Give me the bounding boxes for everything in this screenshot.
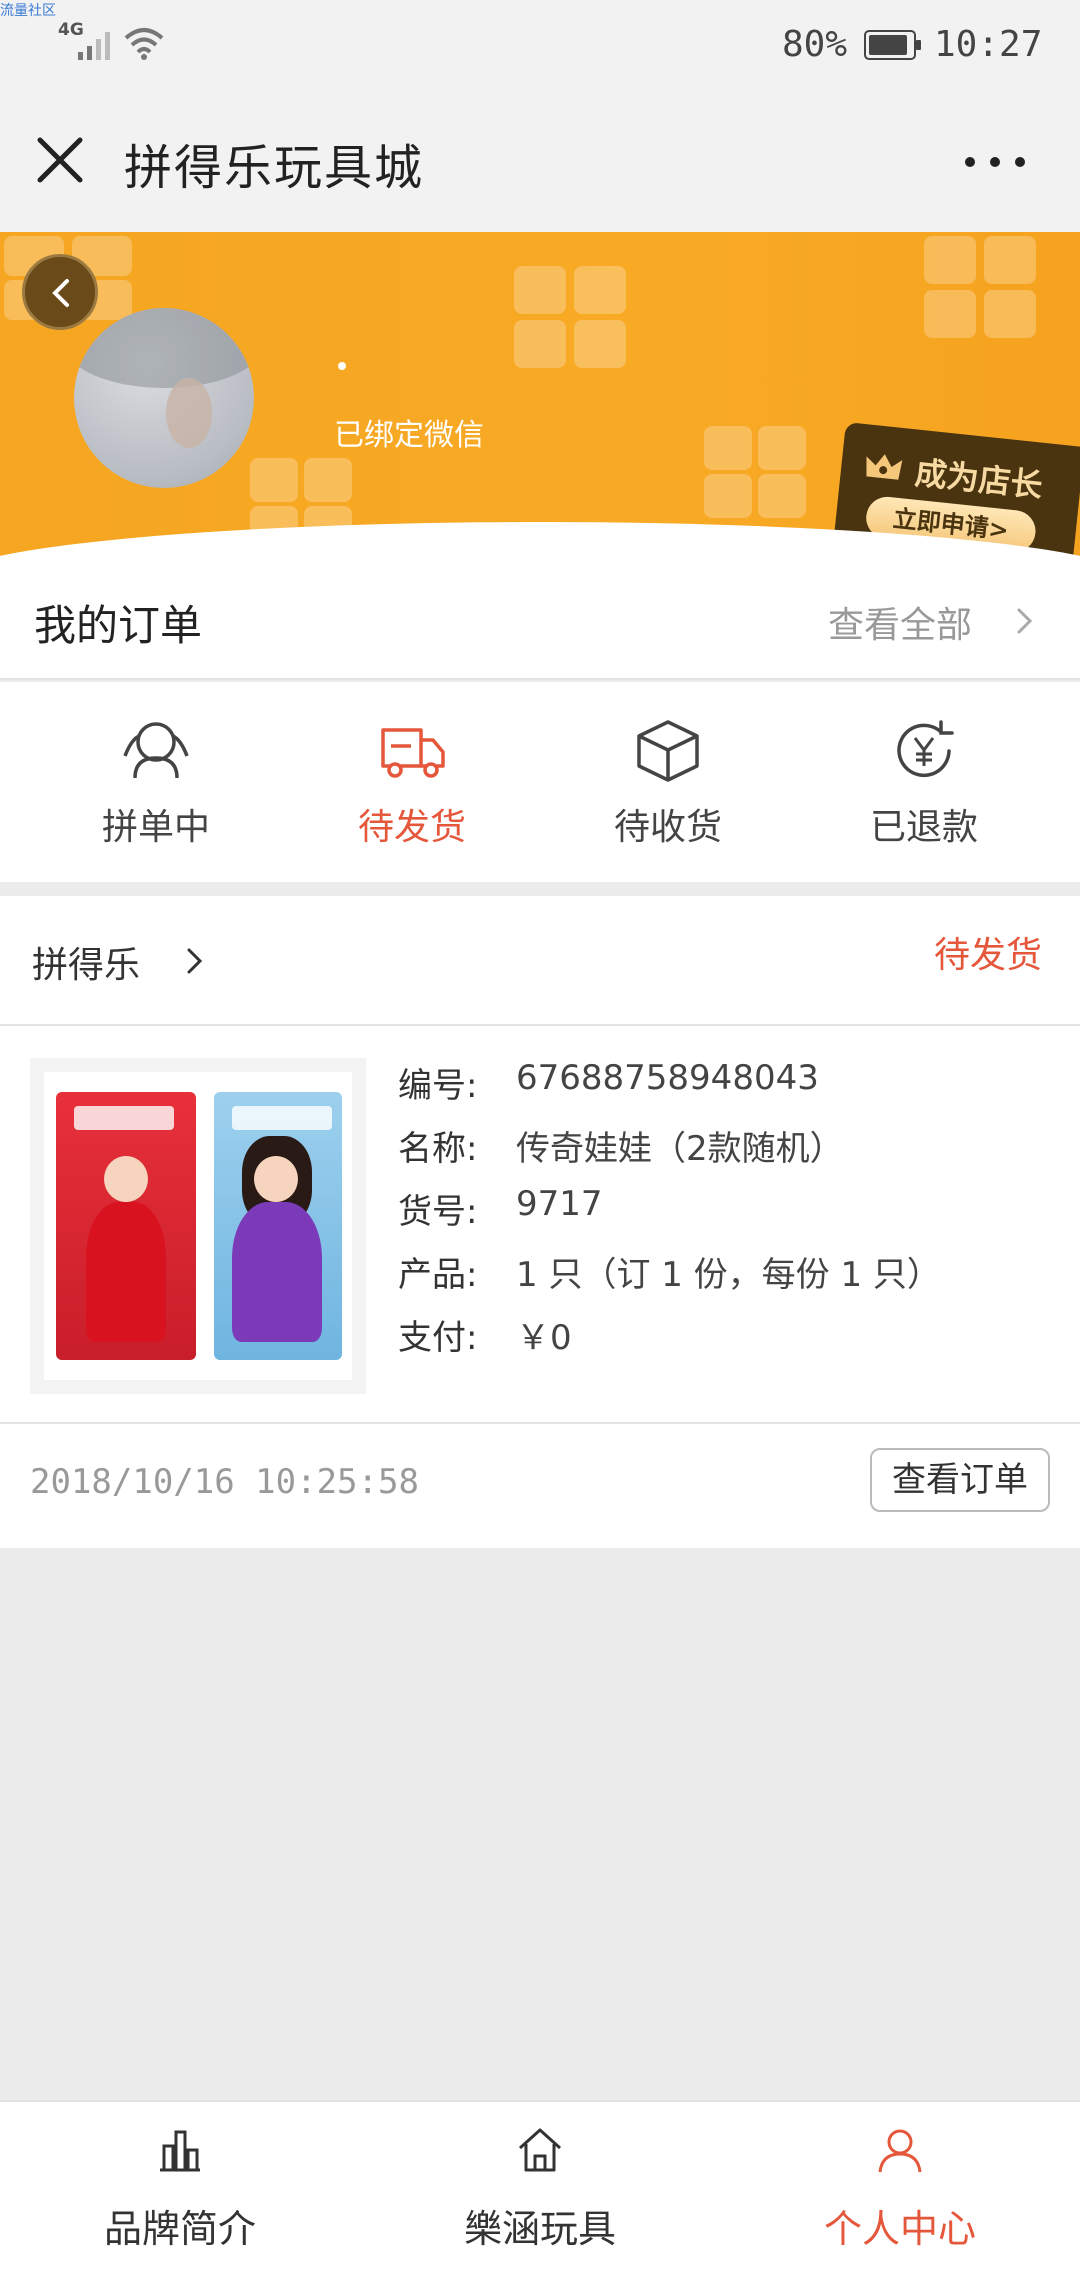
home-icon — [518, 2128, 562, 2172]
chart-icon — [160, 2130, 200, 2172]
profile-banner: 已绑定微信 成为店长 立即申请> — [0, 232, 1080, 562]
nav-toys[interactable]: 樂涵玩具 — [390, 2124, 690, 2253]
status-label: 待发货 — [357, 807, 466, 848]
info-row-name: 名称: 传奇娃娃（2款随机） — [398, 1121, 1058, 1184]
become-manager-title: 成为店长 — [913, 453, 1045, 505]
refund-icon — [897, 720, 954, 778]
toy-pattern-icon — [704, 426, 806, 518]
bottom-nav: 品牌简介 樂涵玩具 个人中心 — [0, 2100, 1080, 2280]
avatar-ear — [166, 378, 212, 448]
user-icon — [878, 2129, 922, 2173]
corner-tag: 流量社区 — [0, 3, 56, 19]
my-orders-title: 我的订单 — [34, 601, 203, 650]
chevron-right-icon — [187, 948, 203, 974]
order-state-badge: 待发货 — [934, 935, 1043, 976]
doll-face — [104, 1156, 148, 1202]
doll-face — [254, 1156, 298, 1202]
toy-pattern-icon — [514, 266, 626, 368]
doll-dress-red — [86, 1202, 166, 1342]
order-status-row: 拼单中 待发货 待收货 已退款 — [0, 682, 1080, 882]
nav-brand-intro[interactable]: 品牌简介 — [30, 2124, 330, 2253]
doll-dress-purple — [232, 1202, 322, 1342]
info-key: 编号: — [398, 1066, 478, 1106]
info-row-quantity: 产品: 1 只（订 1 份，每份 1 只） — [398, 1247, 1058, 1310]
nav-label: 品牌简介 — [103, 2207, 256, 2251]
product-sku: 9717 — [516, 1184, 603, 1224]
signal-icon — [78, 32, 110, 60]
box-label — [232, 1106, 332, 1130]
order-shop-name: 拼得乐 — [32, 945, 141, 986]
truck-icon — [381, 728, 445, 778]
status-awaiting-receipt[interactable]: 待收货 — [568, 716, 768, 866]
status-label: 待收货 — [613, 807, 722, 848]
status-label: 已退款 — [869, 807, 978, 848]
page-title: 拼得乐玩具城 — [124, 140, 425, 196]
battery-icon — [864, 30, 921, 60]
nav-profile[interactable]: 个人中心 — [750, 2124, 1050, 2253]
box-icon — [637, 720, 699, 782]
wifi-icon — [124, 28, 164, 60]
product-image-inner — [44, 1072, 352, 1380]
info-key: 货号: — [398, 1192, 478, 1232]
order-number: 67688758948043 — [516, 1058, 819, 1098]
more-icon[interactable] — [960, 142, 1030, 182]
group-icon — [123, 722, 189, 779]
payment-amount: ￥0 — [516, 1318, 572, 1358]
info-key: 产品: — [398, 1255, 478, 1295]
status-bar: 流量社区 4G 80% 10:27 — [0, 0, 1080, 90]
order-timestamp: 2018/10/16 10:25:58 — [30, 1462, 419, 1502]
info-row-payment: 支付: ￥0 — [398, 1310, 1058, 1373]
product-name: 传奇娃娃（2款随机） — [516, 1129, 844, 1169]
toy-pattern-icon — [924, 236, 1036, 338]
clock: 10:27 — [934, 24, 1043, 65]
doll-box-red — [56, 1092, 196, 1360]
info-key: 支付: — [398, 1318, 478, 1358]
my-orders-header: 我的订单 查看全部 — [0, 562, 1080, 680]
status-awaiting-shipment[interactable]: 待发货 — [312, 716, 512, 866]
info-key: 名称: — [398, 1129, 478, 1169]
order-product[interactable]: 编号: 67688758948043 名称: 传奇娃娃（2款随机） 货号: 97… — [0, 1028, 1080, 1424]
box-label — [74, 1106, 174, 1130]
info-row-sku: 货号: 9717 — [398, 1184, 1058, 1247]
page: 流量社区 4G 80% 10:27 拼得乐玩具城 已绑定微信 成为店长 立即申请… — [0, 0, 1080, 2280]
nav-label: 樂涵玩具 — [463, 2207, 616, 2251]
title-bar: 拼得乐玩具城 — [0, 90, 1080, 232]
order-card: 拼得乐 待发货 编号: 67688758948043 名称: 传奇娃娃（2款随机… — [0, 896, 1080, 1548]
product-image[interactable] — [30, 1058, 366, 1394]
status-label: 拼单中 — [101, 807, 210, 848]
nav-label: 个人中心 — [823, 2207, 976, 2251]
view-all-link[interactable]: 查看全部 — [828, 596, 972, 648]
wechat-bound-label: 已绑定微信 — [334, 418, 484, 453]
product-quantity: 1 只（订 1 份，每份 1 只） — [516, 1255, 941, 1295]
info-row-number: 编号: 67688758948043 — [398, 1058, 1058, 1121]
status-refunded[interactable]: 已退款 — [824, 716, 1024, 866]
order-shop-row[interactable]: 拼得乐 待发货 — [0, 896, 1080, 1026]
product-info: 编号: 67688758948043 名称: 传奇娃娃（2款随机） 货号: 97… — [398, 1058, 1058, 1373]
chevron-left-icon — [52, 279, 69, 307]
avatar-hair — [74, 308, 254, 388]
order-footer: 2018/10/16 10:25:58 查看订单 — [0, 1426, 1080, 1548]
doll-box-blue — [214, 1092, 342, 1360]
chevron-right-icon[interactable] — [1014, 606, 1036, 636]
view-order-button[interactable]: 查看订单 — [870, 1448, 1050, 1512]
nickname-dot — [338, 362, 346, 370]
battery-percent: 80% — [782, 24, 848, 65]
back-button[interactable] — [22, 254, 98, 330]
crown-icon — [866, 454, 903, 480]
close-icon[interactable] — [30, 130, 90, 190]
status-grouping[interactable]: 拼单中 — [56, 716, 256, 866]
avatar[interactable] — [74, 308, 254, 488]
